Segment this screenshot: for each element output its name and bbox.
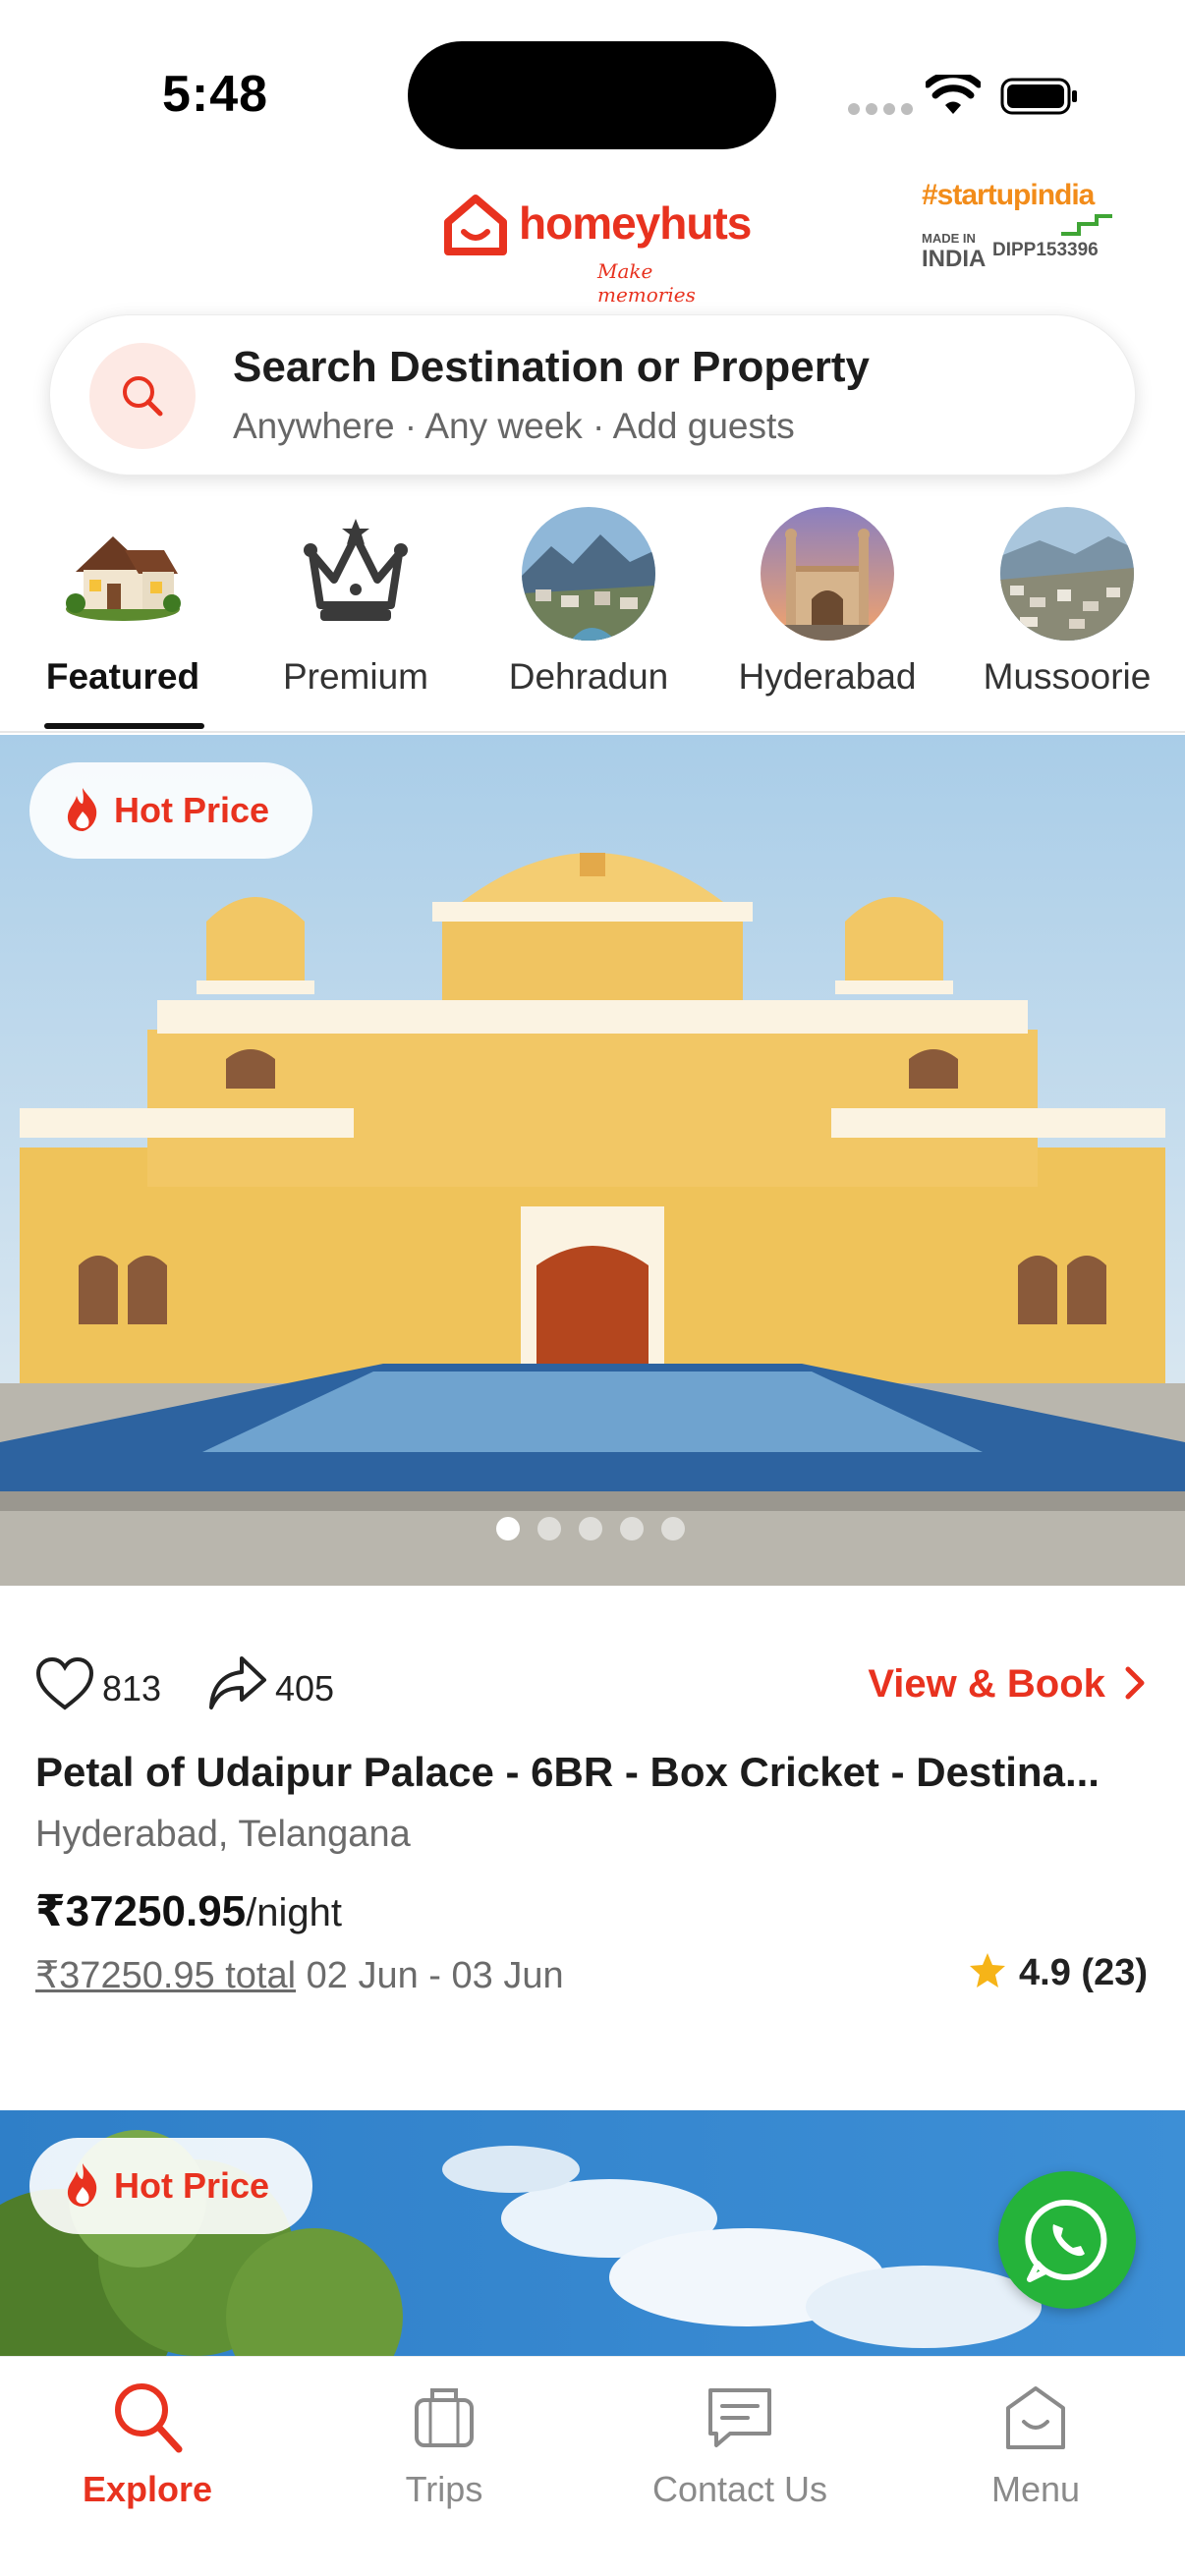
- tab-label: Premium: [282, 656, 429, 697]
- property-title[interactable]: Petal of Udaipur Palace - 6BR - Box Cric…: [35, 1749, 1156, 1796]
- nav-menu[interactable]: Menu: [918, 2379, 1154, 2536]
- status-time: 5:48: [162, 66, 269, 123]
- cellular-signal-icon: [848, 103, 913, 115]
- price-unit: /night: [246, 1891, 342, 1934]
- tab-label: Dehradun: [508, 656, 669, 697]
- app-header: homeyhuts Make memories #startupindia MA…: [0, 167, 1185, 307]
- menu-smile-icon: [1006, 2386, 1065, 2449]
- whatsapp-button[interactable]: [998, 2171, 1136, 2309]
- chat-icon: [708, 2388, 771, 2447]
- wifi-icon: [926, 75, 981, 114]
- price-per-night: ₹37250.95/night: [35, 1886, 342, 1936]
- dynamic-island: [408, 41, 776, 149]
- suitcase-icon: [415, 2388, 474, 2447]
- property-location: Hyderabad, Telangana: [35, 1814, 411, 1855]
- tab-label: Mussoorie: [983, 656, 1152, 697]
- startup-india-badge: #startupindia MADE IN INDIA DIPP153396: [922, 179, 1128, 277]
- listing-actions: 813 405 View & Book: [0, 1651, 1185, 1719]
- search-icon-circle: [89, 343, 196, 449]
- rating: 4.9 (23): [968, 1951, 1148, 1994]
- hot-price-label: Hot Price: [114, 2165, 270, 2206]
- nav-trips[interactable]: Trips: [326, 2379, 562, 2536]
- hot-price-label: Hot Price: [114, 790, 270, 830]
- tab-mussoorie[interactable]: Mussoorie: [949, 501, 1185, 733]
- search-icon: [123, 376, 163, 417]
- tab-label: Featured: [45, 656, 200, 697]
- house-icon: [66, 536, 181, 621]
- chevron-right-icon: [1125, 1666, 1145, 1700]
- share-icon[interactable]: [208, 1654, 267, 1711]
- carousel-dots: [496, 1517, 685, 1540]
- search-bar[interactable]: Search Destination or Property Anywhere …: [49, 314, 1136, 476]
- view-and-book-label: View & Book: [868, 1662, 1105, 1706]
- share-count: 405: [275, 1668, 335, 1708]
- carousel-dot[interactable]: [661, 1517, 685, 1540]
- flame-icon: [67, 788, 97, 831]
- hyderabad-charminar-photo: [761, 507, 894, 641]
- logo-wordmark: homeyhuts: [519, 197, 752, 249]
- tab-label: Hyderabad: [738, 656, 917, 697]
- hot-price-badge: Hot Price: [29, 2138, 312, 2234]
- carousel-dot[interactable]: [620, 1517, 644, 1540]
- battery-icon: [1000, 78, 1077, 115]
- tab-dehradun[interactable]: Dehradun: [471, 501, 706, 733]
- stay-dates: 02 Jun - 03 Jun: [306, 1955, 564, 1996]
- star-icon: [970, 1953, 1006, 1988]
- bottom-navigation: Explore Trips Contact Us Menu: [0, 2356, 1185, 2576]
- listing-image-carousel[interactable]: Hot Price: [0, 735, 1185, 1586]
- nav-label: Menu: [990, 2469, 1081, 2509]
- startup-dipp-number: DIPP153396: [992, 240, 1099, 260]
- carousel-dot[interactable]: [579, 1517, 602, 1540]
- nav-label: Explore: [82, 2469, 213, 2509]
- total-and-dates: ₹37250.95 total 02 Jun - 03 Jun: [35, 1953, 564, 1997]
- startup-made-in: MADE IN: [922, 231, 976, 246]
- search-icon: [115, 2383, 183, 2453]
- startup-arrow-icon: [1061, 214, 1112, 236]
- carousel-dot[interactable]: [537, 1517, 561, 1540]
- whatsapp-icon: [1025, 2199, 1107, 2282]
- house-logo-icon: [444, 195, 507, 255]
- flame-icon: [67, 2163, 97, 2207]
- startup-india-text: INDIA: [922, 246, 987, 272]
- hot-price-badge: Hot Price: [29, 762, 312, 859]
- search-title: Search Destination or Property: [233, 343, 870, 391]
- view-and-book-link[interactable]: View & Book: [868, 1662, 1146, 1707]
- category-tabs: Featured Premium Dehradun Hyderabad Muss…: [0, 501, 1185, 733]
- nav-label: Trips: [405, 2469, 483, 2509]
- startup-hashtag: #startupindia: [922, 179, 1095, 211]
- search-subtitle: Anywhere · Any week · Add guests: [233, 406, 795, 446]
- carousel-dot[interactable]: [496, 1517, 520, 1540]
- nav-label: Contact Us: [651, 2469, 828, 2509]
- nav-contact-us[interactable]: Contact Us: [622, 2379, 858, 2536]
- like-count: 813: [102, 1668, 162, 1708]
- rating-value: 4.9 (23): [1019, 1952, 1148, 1993]
- total-price[interactable]: ₹37250.95 total: [35, 1955, 296, 1996]
- heart-icon[interactable]: [35, 1656, 94, 1711]
- active-tab-indicator: [44, 723, 204, 729]
- crown-icon: [304, 519, 408, 621]
- tab-hyderabad[interactable]: Hyderabad: [709, 501, 945, 733]
- homeyhuts-logo[interactable]: homeyhuts Make memories: [442, 179, 752, 307]
- logo-tagline: Make memories: [597, 259, 696, 307]
- mussoorie-photo: [1000, 507, 1134, 641]
- status-bar: 5:48: [0, 0, 1185, 157]
- nav-explore[interactable]: Explore: [29, 2379, 265, 2536]
- tab-premium[interactable]: Premium: [238, 501, 474, 733]
- palace-photo: [0, 735, 1185, 1586]
- tab-featured[interactable]: Featured: [5, 501, 241, 733]
- price-value: ₹37250.95: [35, 1887, 247, 1935]
- dehradun-photo: [522, 507, 655, 641]
